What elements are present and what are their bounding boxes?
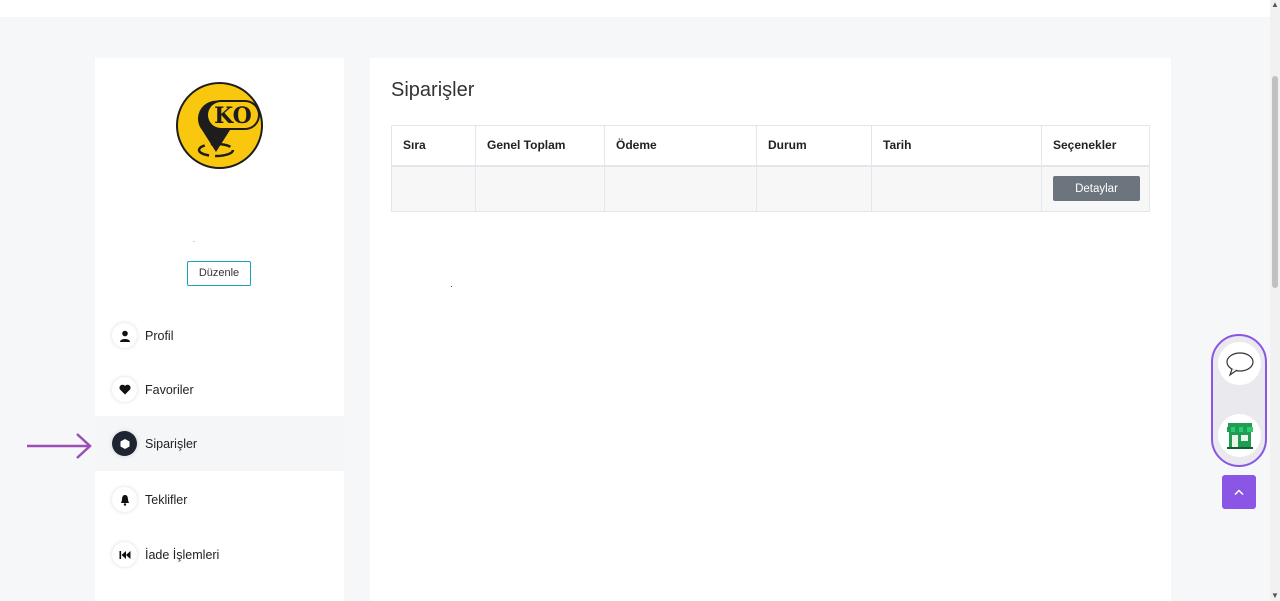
cell-odeme xyxy=(604,165,757,212)
company-logo: KO xyxy=(176,82,263,169)
username-placeholder xyxy=(193,241,195,242)
sidebar-item-iade-islemleri[interactable]: İade İşlemleri xyxy=(95,527,344,582)
sidebar-item-teklifler[interactable]: Teklifler xyxy=(95,472,344,527)
table-row: Detaylar xyxy=(391,165,1150,212)
store-icon xyxy=(1226,422,1253,449)
scrollbar-thumb[interactable] xyxy=(1272,76,1278,288)
edit-profile-button[interactable]: Düzenle xyxy=(187,261,251,286)
column-header-odeme: Ödeme xyxy=(604,125,757,167)
cell-sira xyxy=(391,165,476,212)
sidebar-item-favoriler[interactable]: Favoriler xyxy=(95,362,344,417)
top-bar xyxy=(0,0,1270,17)
sidebar-item-label: Favoriler xyxy=(145,382,194,397)
pointer-arrow-icon xyxy=(27,433,92,459)
sidebar-item-label: Profil xyxy=(145,328,174,343)
cell-genel-toplam xyxy=(475,165,605,212)
cell-secenekler: Detaylar xyxy=(1041,165,1150,212)
floating-contact-panel xyxy=(1211,334,1267,467)
details-button[interactable]: Detaylar xyxy=(1053,176,1140,202)
table-header-row: Sıra Genel Toplam Ödeme Durum Tarih Seçe… xyxy=(391,125,1150,167)
chevron-up-icon xyxy=(1234,489,1244,495)
sidebar-item-label: İade İşlemleri xyxy=(145,547,220,562)
column-header-tarih: Tarih xyxy=(871,125,1042,167)
bell-icon xyxy=(112,487,137,512)
scroll-to-top-button[interactable] xyxy=(1222,475,1256,509)
user-icon xyxy=(112,323,137,348)
scroll-down-arrow-icon[interactable]: ▼ xyxy=(1271,592,1279,600)
sidebar-item-label: Siparişler xyxy=(145,436,198,451)
scroll-up-arrow-icon[interactable]: ▲ xyxy=(1271,1,1279,9)
hexagon-icon xyxy=(112,431,137,456)
page-scrollbar[interactable]: ▲ ▼ xyxy=(1270,0,1280,601)
sidebar-item-label: Teklifler xyxy=(145,492,188,507)
account-sidebar: KO Düzenle Profil Favoriler Siparişler T… xyxy=(95,58,344,601)
chat-bubble-icon xyxy=(1225,351,1254,377)
heart-icon xyxy=(112,377,137,402)
column-header-durum: Durum xyxy=(756,125,872,167)
cell-durum xyxy=(756,165,872,212)
dot-mark xyxy=(451,286,452,287)
chat-button[interactable] xyxy=(1218,342,1261,385)
column-header-secenekler: Seçenekler xyxy=(1041,125,1150,167)
rewind-icon xyxy=(112,542,137,567)
orders-panel: Siparişler Sıra Genel Toplam Ödeme Durum… xyxy=(370,58,1171,601)
sidebar-item-siparisler[interactable]: Siparişler xyxy=(95,416,344,471)
column-header-genel-toplam: Genel Toplam xyxy=(475,125,605,167)
store-button[interactable] xyxy=(1218,414,1261,457)
column-header-sira: Sıra xyxy=(391,125,476,167)
cell-tarih xyxy=(871,165,1042,212)
orders-table: Sıra Genel Toplam Ödeme Durum Tarih Seçe… xyxy=(391,125,1150,212)
logo-graphic: KO xyxy=(197,100,260,158)
page-title: Siparişler xyxy=(391,79,475,101)
logo-text: KO xyxy=(214,103,252,129)
sidebar-item-profil[interactable]: Profil xyxy=(95,308,344,363)
